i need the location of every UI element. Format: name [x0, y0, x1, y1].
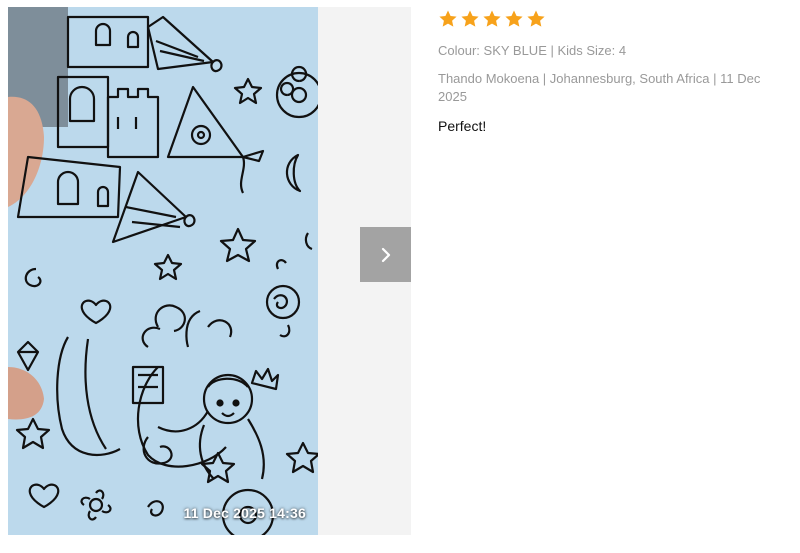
star-icon	[505, 10, 523, 27]
coloring-page-illustration	[8, 7, 318, 535]
star-icon	[527, 10, 545, 27]
star-icon	[439, 10, 457, 27]
next-photo-button[interactable]	[360, 227, 411, 282]
star-rating	[438, 8, 788, 30]
review-photo[interactable]: 11 Dec 2025 14:36	[8, 7, 318, 535]
review-variant: Colour: SKY BLUE | Kids Size: 4	[438, 43, 627, 58]
star-icon	[461, 10, 479, 27]
review-author-line: Thando Mokoena | Johannesburg, South Afr…	[438, 71, 761, 104]
review-photo-gallery: 11 Dec 2025 14:36	[8, 7, 411, 535]
photo-timestamp: 11 Dec 2025 14:36	[183, 505, 306, 521]
review-details: Colour: SKY BLUE | Kids Size: 4 Thando M…	[438, 8, 788, 134]
star-icon	[483, 10, 501, 27]
chevron-right-icon	[381, 247, 390, 262]
review-text: Perfect!	[438, 118, 487, 134]
